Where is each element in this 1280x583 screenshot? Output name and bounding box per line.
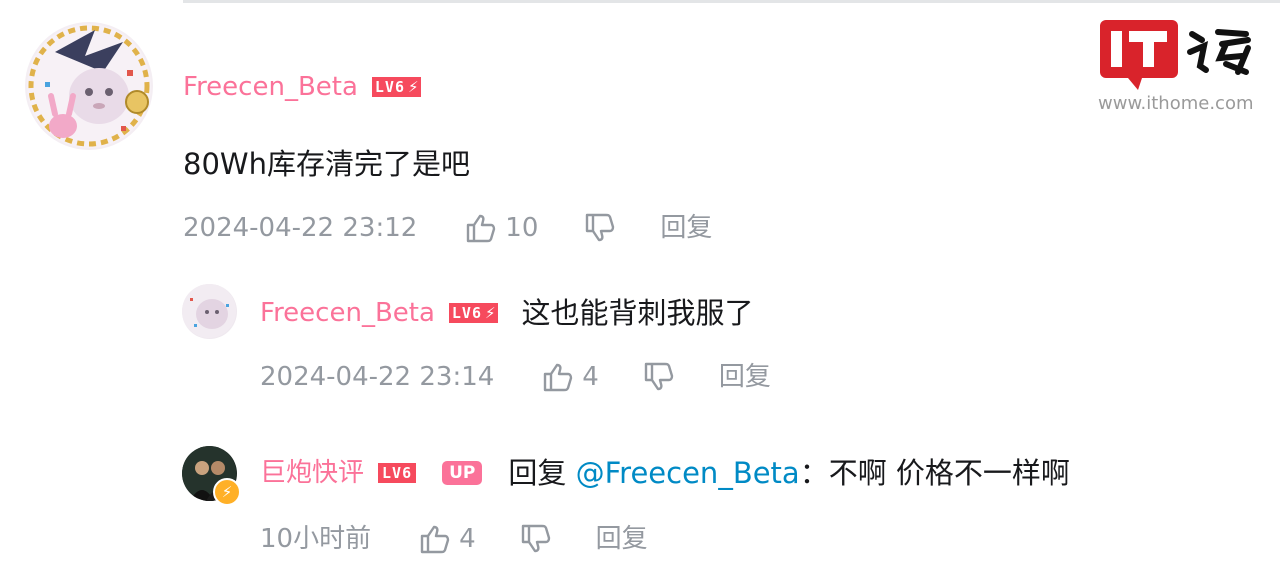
thumbs-up-icon [544, 363, 573, 392]
like-count: 4 [459, 524, 476, 554]
like-button[interactable]: 4 [419, 524, 476, 554]
thumbs-down-icon [521, 524, 550, 553]
lightning-icon: ⚡ [408, 77, 421, 97]
like-count: 4 [582, 362, 599, 392]
reply-username[interactable]: 巨炮快评 [260, 458, 364, 488]
reply-time: 10小时前 [260, 524, 372, 554]
like-count: 10 [505, 213, 539, 243]
comment-time: 2024-04-22 23:12 [183, 213, 418, 243]
reply-button[interactable]: 回复 [660, 213, 712, 243]
ithome-watermark: www.ithome.com [1098, 18, 1263, 118]
reply-text: ：不啊 价格不一样啊 [799, 456, 1070, 490]
reply-prefix: 回复 [508, 456, 567, 490]
like-button[interactable]: 10 [465, 213, 538, 243]
reply-time: 2024-04-22 23:14 [260, 362, 495, 392]
mention-link[interactable]: @Freecen_Beta [576, 456, 800, 490]
thumbs-up-icon [467, 214, 496, 243]
comment-username[interactable]: Freecen_Beta [183, 72, 358, 102]
level-badge: LV6 ⚡ [371, 77, 421, 97]
dislike-button[interactable] [520, 524, 552, 554]
ithome-logo-icon [1100, 20, 1251, 90]
up-badge: UP [442, 461, 483, 485]
dislike-button[interactable] [584, 213, 616, 243]
reply-content: 回复 @Freecen_Beta：不啊 价格不一样啊 [508, 456, 1070, 490]
top-divider [183, 0, 1280, 3]
thumbs-up-icon [420, 525, 450, 554]
thumbs-down-icon [644, 362, 674, 391]
reply-button[interactable]: 回复 [596, 524, 648, 554]
reply-username[interactable]: Freecen_Beta [260, 298, 435, 328]
avatar[interactable] [25, 22, 153, 150]
thumbs-down-icon [586, 213, 615, 242]
reply-avatar[interactable] [182, 284, 237, 339]
reply-button[interactable]: 回复 [719, 362, 771, 392]
dislike-button[interactable] [643, 362, 675, 392]
reply-content: 这也能背刺我服了 [521, 296, 754, 330]
verified-badge-icon: ⚡ [213, 478, 241, 506]
anime-character-avatar-icon [27, 24, 151, 148]
level-badge: LV6 ⚡ [448, 303, 498, 323]
level-badge: LV6 [378, 463, 417, 483]
comment-content: 80Wh库存清完了是吧 [183, 147, 470, 181]
anime-character-avatar-icon [182, 284, 236, 338]
like-button[interactable]: 4 [542, 362, 599, 392]
ithome-url: www.ithome.com [1098, 93, 1254, 114]
lightning-icon: ⚡ [485, 303, 498, 323]
